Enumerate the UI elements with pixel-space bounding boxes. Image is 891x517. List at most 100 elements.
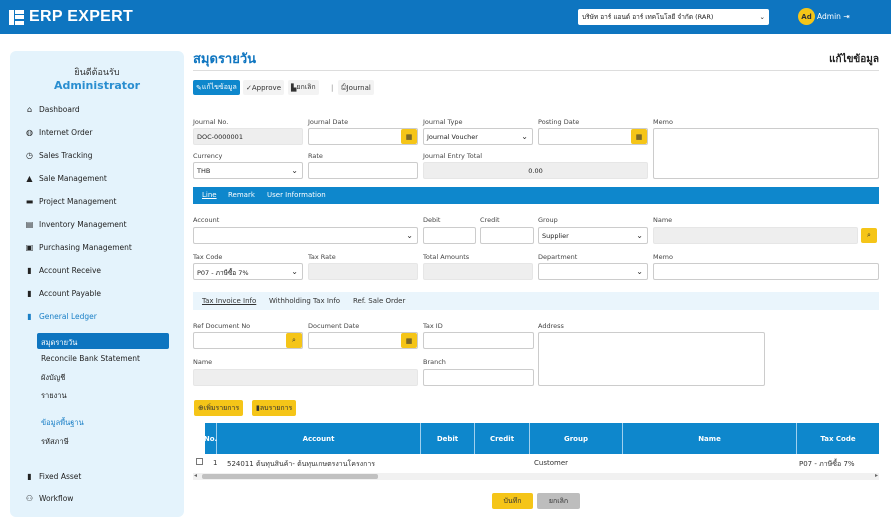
posting-date-label: Posting Date bbox=[538, 118, 580, 126]
submenu-report[interactable]: รายงาน bbox=[41, 390, 67, 402]
brand-logo[interactable]: ERP EXPERT bbox=[9, 8, 133, 26]
sidebar-item-account-payable[interactable]: ▮ Account Payable bbox=[25, 289, 101, 298]
cell-no: 1 bbox=[213, 459, 218, 467]
account-label: Account bbox=[193, 216, 220, 224]
address-textarea[interactable] bbox=[538, 332, 765, 386]
sidebar-item-label: Account Payable bbox=[39, 289, 101, 298]
chevron-down-icon: ⌄ bbox=[759, 13, 765, 21]
rate-input[interactable] bbox=[308, 162, 418, 179]
sidebar-item-sales-tracking[interactable]: ◷ Sales Tracking bbox=[25, 151, 93, 160]
logout-icon[interactable]: ⇥ bbox=[843, 12, 849, 21]
sidebar-item-label: Sales Tracking bbox=[39, 151, 93, 160]
tab-withholding[interactable]: Withholding Tax Info bbox=[269, 297, 340, 305]
tab-ref-sale-order[interactable]: Ref. Sale Order bbox=[353, 297, 405, 305]
file-icon: ▮ bbox=[27, 266, 32, 275]
submenu-reconcile[interactable]: Reconcile Bank Statement bbox=[41, 354, 140, 363]
journal-type-value: Journal Voucher bbox=[427, 133, 478, 141]
column-header-credit[interactable]: Credit bbox=[475, 423, 530, 454]
journal-print-button[interactable]: ⎙ Journal bbox=[338, 80, 374, 95]
column-header-tax-code[interactable]: Tax Code bbox=[797, 423, 879, 454]
sidebar-item-dashboard[interactable]: ⌂ Dashboard bbox=[25, 105, 80, 114]
credit-input[interactable] bbox=[480, 227, 534, 244]
journal-date-label: Journal Date bbox=[308, 118, 349, 126]
sidebar-item-workflow[interactable]: ⚇ Workflow bbox=[25, 494, 74, 503]
submenu-chart-of-accounts[interactable]: ผังบัญชี bbox=[41, 372, 65, 384]
scrollbar-thumb[interactable] bbox=[202, 474, 378, 479]
calendar-icon[interactable]: ▦ bbox=[631, 129, 647, 144]
company-name: บริษัท อาร์ แอนด์ อาร์ เทคโนโลยี จำกัด (… bbox=[582, 13, 714, 21]
tab-remark[interactable]: Remark bbox=[228, 191, 255, 199]
sidebar-item-inventory-management[interactable]: ▤ Inventory Management bbox=[25, 220, 127, 229]
group-label: Group bbox=[538, 216, 558, 224]
account-select[interactable]: ⌄ bbox=[193, 227, 418, 244]
journal-no-field: DOC-0000001 bbox=[193, 128, 303, 145]
sidebar-item-sale-management[interactable]: ▲ Sale Management bbox=[25, 174, 106, 183]
approve-button[interactable]: ✓ Approve bbox=[243, 80, 285, 95]
tab-tax-invoice[interactable]: Tax Invoice Info bbox=[202, 297, 256, 305]
column-header-debit[interactable]: Debit bbox=[421, 423, 475, 454]
journal-type-select[interactable]: Journal Voucher ⌄ bbox=[423, 128, 533, 145]
column-header-account[interactable]: Account bbox=[217, 423, 421, 454]
calendar-icon[interactable]: ▦ bbox=[401, 129, 417, 144]
group-select[interactable]: Supplier ⌄ bbox=[538, 227, 648, 244]
branch-input[interactable] bbox=[423, 369, 534, 386]
memo-textarea[interactable] bbox=[653, 128, 879, 179]
sidebar-item-label: Account Receive bbox=[39, 266, 102, 275]
sidebar-item-label: Fixed Asset bbox=[39, 472, 82, 481]
sidebar-item-internet-order[interactable]: ◍ Internet Order bbox=[25, 128, 92, 137]
logo-icon bbox=[9, 9, 24, 25]
home-icon: ⌂ bbox=[26, 105, 33, 114]
sitemap-icon: ⚇ bbox=[25, 494, 34, 503]
sidebar-item-label: Inventory Management bbox=[39, 220, 127, 229]
save-button[interactable]: บันทึก bbox=[492, 493, 533, 509]
cart-icon: ▣ bbox=[25, 243, 34, 252]
line-memo-input[interactable] bbox=[653, 263, 879, 280]
submenu-tax-code[interactable]: รหัสภาษี bbox=[41, 436, 69, 448]
tab-line[interactable]: Line bbox=[202, 191, 217, 199]
edit-button[interactable]: ✎ แก้ไขข้อมูล bbox=[193, 80, 240, 95]
row-checkbox[interactable] bbox=[196, 458, 203, 465]
sidebar-item-general-ledger[interactable]: ▮ General Ledger bbox=[25, 312, 97, 321]
tax-id-input[interactable] bbox=[423, 332, 534, 349]
debit-input[interactable] bbox=[423, 227, 476, 244]
ref-doc-label: Ref Document No bbox=[193, 322, 251, 330]
tax-code-select[interactable]: P07 - ภาษีซื้อ 7% ⌄ bbox=[193, 263, 303, 280]
submenu-journal[interactable]: สมุดรายวัน bbox=[41, 337, 77, 349]
column-header-no[interactable]: No. bbox=[204, 423, 217, 454]
tax-rate-label: Tax Rate bbox=[308, 253, 336, 261]
column-header-group[interactable]: Group bbox=[530, 423, 623, 454]
avatar[interactable]: Ad bbox=[798, 8, 815, 25]
column-header-name[interactable]: Name bbox=[623, 423, 797, 454]
currency-select[interactable]: THB ⌄ bbox=[193, 162, 303, 179]
sidebar-item-project-management[interactable]: ▬ Project Management bbox=[25, 197, 117, 206]
currency-label: Currency bbox=[193, 152, 223, 160]
approve-label: Approve bbox=[251, 83, 282, 92]
submenu-master-data-title: ข้อมูลพื้นฐาน bbox=[41, 418, 84, 427]
user-display-name: Administrator bbox=[53, 79, 141, 92]
tax-id-label: Tax ID bbox=[423, 322, 443, 330]
cancel-button[interactable]: ยกเลิก bbox=[537, 493, 580, 509]
calendar-icon[interactable]: ▦ bbox=[401, 333, 417, 348]
sidebar-item-purchasing-management[interactable]: ▣ Purchasing Management bbox=[25, 243, 132, 252]
scroll-left-icon[interactable]: ◂ bbox=[194, 472, 197, 479]
sidebar-item-fixed-asset[interactable]: ▮ Fixed Asset bbox=[25, 472, 81, 481]
horizontal-scrollbar[interactable]: ◂ ▸ bbox=[193, 472, 879, 480]
cancel-doc-button[interactable]: ▙ ยกเลิก bbox=[288, 80, 319, 95]
user-name: Admin bbox=[817, 12, 841, 21]
user-menu[interactable]: Admin ⇥ bbox=[817, 12, 850, 21]
search-icon[interactable]: ⌕ bbox=[286, 333, 302, 348]
scroll-right-icon[interactable]: ▸ bbox=[875, 472, 878, 479]
company-select[interactable]: บริษัท อาร์ แอนด์ อาร์ เทคโนโลยี จำกัด (… bbox=[578, 9, 769, 25]
add-row-button[interactable]: ⊕ เพิ่มรายการ bbox=[194, 400, 244, 416]
delete-row-button[interactable]: ▮ ลบรายการ bbox=[252, 400, 297, 416]
file-icon: ▮ bbox=[27, 312, 32, 321]
chevron-down-icon: ⌄ bbox=[291, 166, 298, 175]
brand-name: ERP EXPERT bbox=[29, 8, 134, 25]
tab-user-information[interactable]: User Information bbox=[267, 191, 326, 199]
sidebar: ยินดีต้อนรับ Administrator ⌂ Dashboard ◍ I… bbox=[10, 51, 184, 517]
department-select[interactable]: ⌄ bbox=[538, 263, 648, 280]
edit-label: แก้ไขข้อมูล bbox=[201, 83, 237, 91]
building-icon: ▲ bbox=[26, 174, 33, 183]
search-icon[interactable]: ⌕ bbox=[861, 228, 877, 243]
sidebar-item-account-receive[interactable]: ▮ Account Receive bbox=[25, 266, 101, 275]
